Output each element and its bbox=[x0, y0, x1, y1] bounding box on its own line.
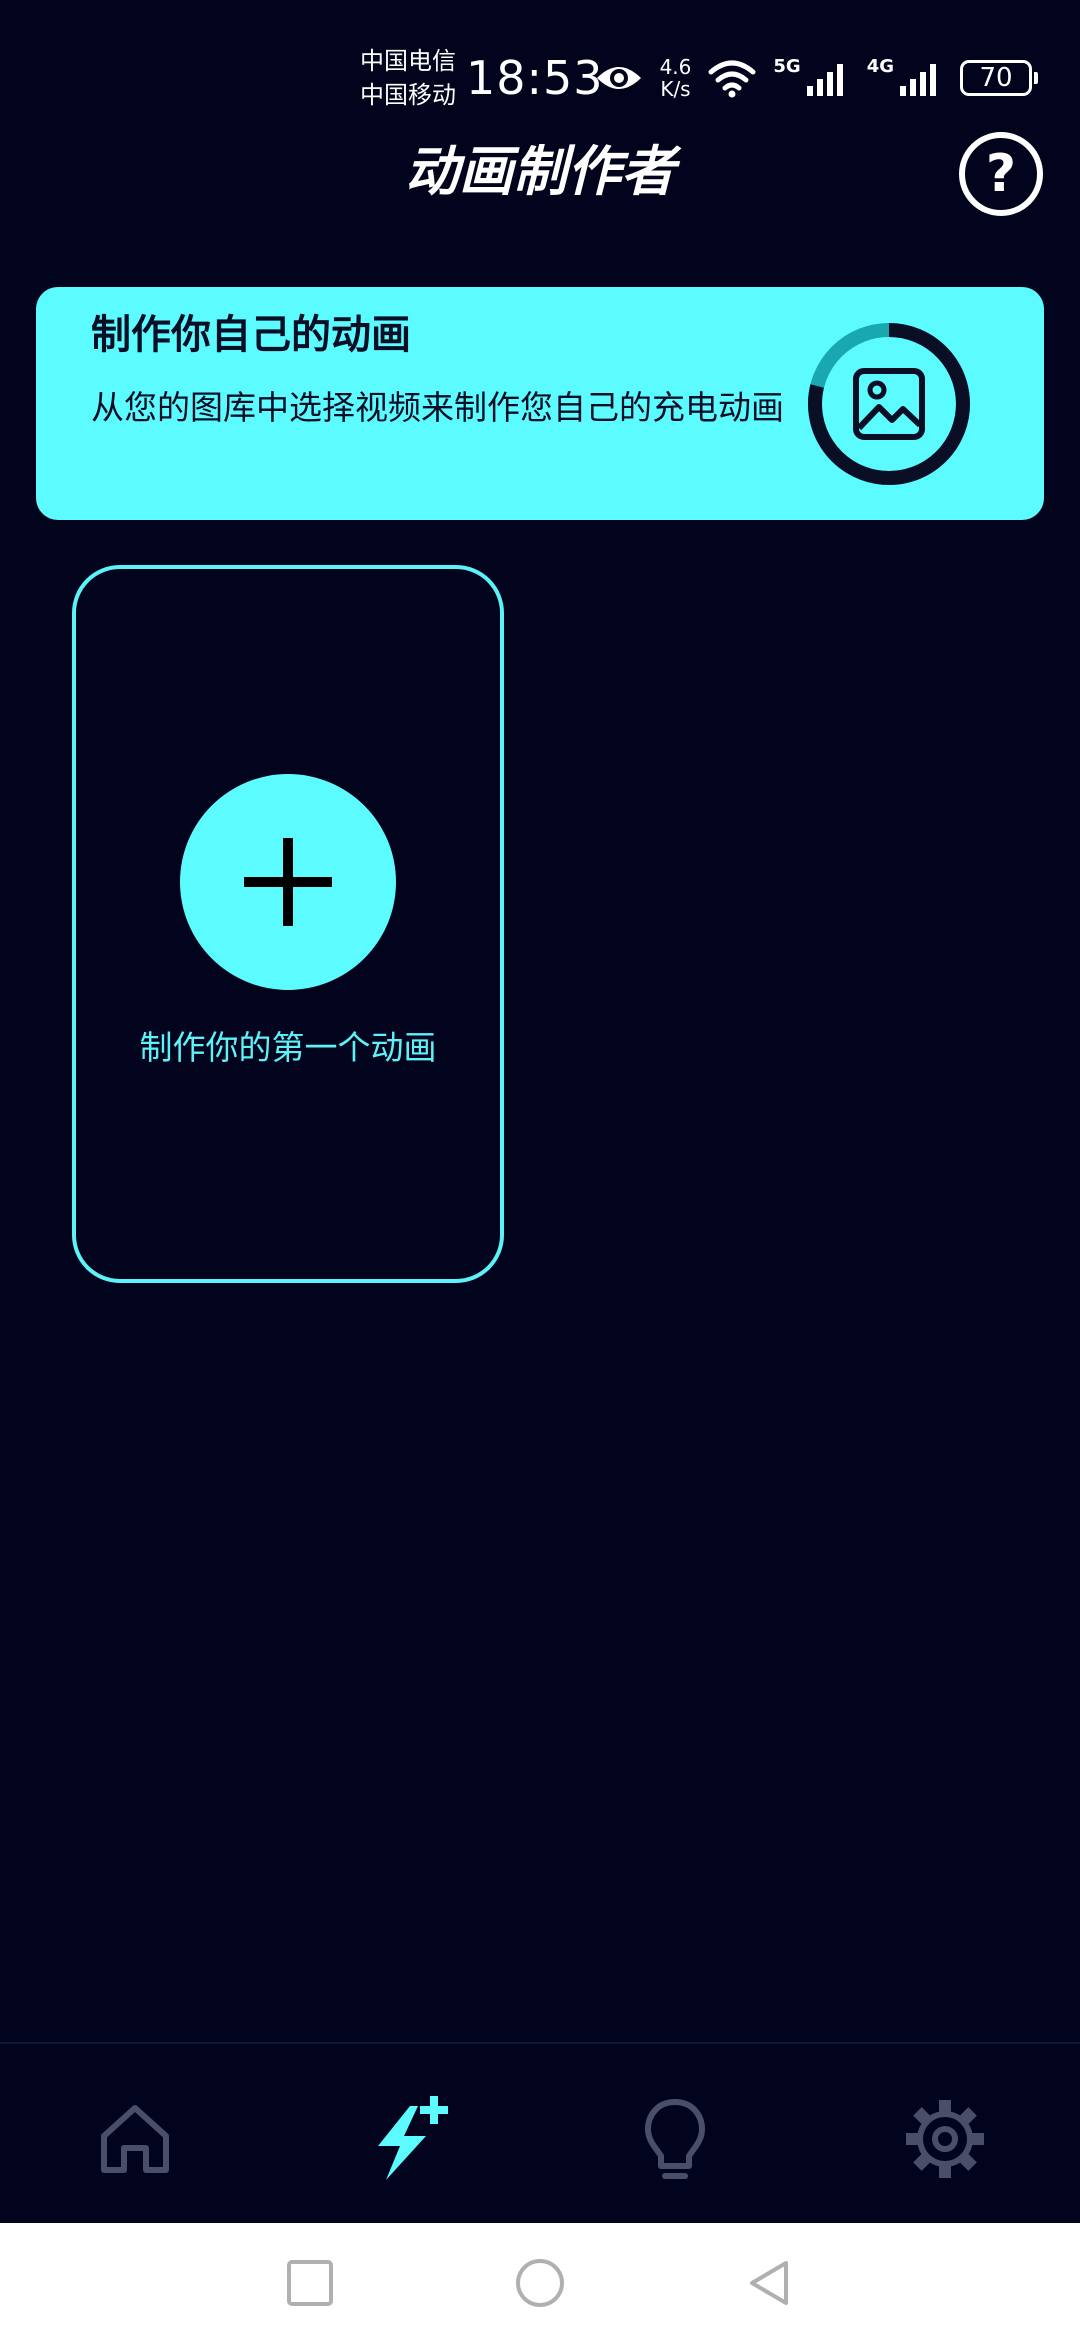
banner-description: 从您的图库中选择视频来制作您自己的充电动画 bbox=[91, 388, 784, 427]
nav-item-create[interactable] bbox=[364, 2094, 454, 2184]
signal-4g-icon bbox=[900, 64, 936, 96]
carrier-info: 中国电信 中国移动 bbox=[360, 44, 456, 112]
plus-icon bbox=[244, 838, 332, 926]
add-animation-button[interactable] bbox=[180, 774, 396, 990]
nav-item-home[interactable] bbox=[90, 2094, 180, 2184]
circle-icon bbox=[516, 2259, 564, 2307]
home-icon bbox=[101, 2105, 169, 2173]
make-animation-banner[interactable]: 制作你自己的动画 从您的图库中选择视频来制作您自己的充电动画 bbox=[36, 287, 1044, 520]
lightbulb-icon bbox=[645, 2099, 705, 2179]
image-icon bbox=[808, 323, 970, 485]
system-navigation-bar bbox=[0, 2223, 1080, 2340]
wifi-icon bbox=[708, 60, 756, 98]
speed-unit: K/s bbox=[660, 77, 691, 101]
battery-icon: 70 bbox=[960, 60, 1038, 96]
eye-icon bbox=[596, 67, 641, 89]
clock: 18:53 bbox=[466, 51, 604, 105]
recent-apps-button[interactable] bbox=[284, 2257, 336, 2309]
status-icons: 4.6 K/s 5G 4G 70 bbox=[594, 50, 1038, 106]
signal-5g-icon bbox=[806, 64, 843, 96]
nav-item-settings[interactable] bbox=[900, 2094, 990, 2184]
carrier-2: 中国移动 bbox=[360, 81, 456, 109]
help-button[interactable]: ? bbox=[959, 132, 1043, 216]
back-button[interactable] bbox=[744, 2257, 796, 2309]
back-triangle-icon bbox=[750, 2261, 788, 2305]
gear-icon bbox=[906, 2100, 984, 2178]
speed-value: 4.6 bbox=[659, 55, 692, 79]
banner-title: 制作你自己的动画 bbox=[91, 312, 411, 358]
square-icon bbox=[287, 2260, 333, 2306]
lightning-plus-icon bbox=[378, 2096, 448, 2180]
nav-item-tips[interactable] bbox=[630, 2094, 720, 2184]
page-title: 动画制作者 bbox=[405, 140, 675, 203]
bottom-navigation bbox=[0, 2042, 1080, 2223]
network-speed: 4.6 K/s bbox=[660, 56, 692, 100]
create-first-animation-card[interactable]: 制作你的第一个动画 bbox=[72, 565, 504, 1283]
home-system-button[interactable] bbox=[514, 2257, 566, 2309]
status-bar: 中国电信 中国移动 18:53 4.6 K/s 5G 4G 70 bbox=[0, 0, 1080, 150]
network-4g-label: 4G bbox=[866, 56, 894, 77]
carrier-1: 中国电信 bbox=[360, 47, 456, 75]
create-first-animation-label: 制作你的第一个动画 bbox=[139, 1028, 437, 1067]
network-5g-label: 5G bbox=[773, 56, 801, 77]
